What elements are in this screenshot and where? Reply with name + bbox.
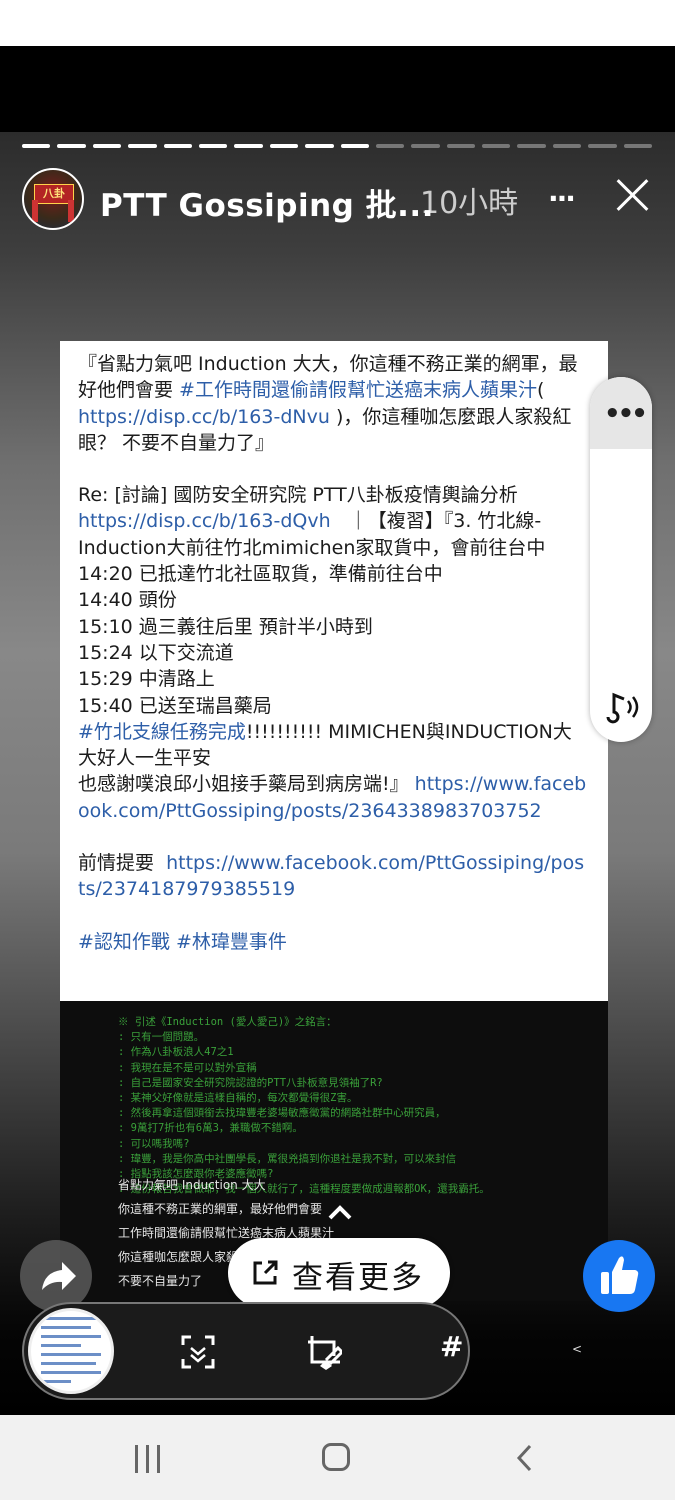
mission-hashtag[interactable]: #竹北支線任務完成 [78, 721, 246, 743]
progress-segment [22, 144, 51, 148]
nav-recent-icon[interactable] [133, 1445, 163, 1473]
sticker-edit-icon[interactable] [306, 1334, 342, 1370]
progress-segment [198, 144, 228, 148]
terminal-line: : 瑋豐，我是你高中社團學長，罵很兇搞到你退社是我不對，可以來封信 [118, 1152, 457, 1165]
chevron-up-icon[interactable] [326, 1204, 354, 1222]
text-scan-icon[interactable] [180, 1334, 216, 1370]
top-letterbox [0, 46, 675, 132]
timeline-lines: 14:20 已抵達竹北社區取貨，準備前往台中 14:40 頭份 15:10 過三義往… [78, 561, 590, 719]
more-options-icon[interactable]: ··· [548, 182, 576, 215]
progress-segment [92, 144, 122, 148]
terminal-plain-line: 省點力氣吧 Induction 大大 [118, 1178, 266, 1192]
re-paragraph: https://disp.cc/b/163-dQvh ｜【複習】『3. 竹北線-… [78, 508, 590, 561]
progress-segment [340, 144, 369, 148]
timeline-line: 15:24 以下交流道 [78, 641, 234, 664]
story-progress-bar [22, 144, 653, 148]
nav-back-icon[interactable] [512, 1443, 540, 1473]
close-icon[interactable] [614, 176, 650, 212]
timeline-line: 15:29 中清路上 [78, 668, 215, 691]
terminal-line: : 作為八卦板浪人47之1 [118, 1046, 234, 1059]
external-link-icon [253, 1260, 278, 1285]
hashtag-link[interactable]: #認知作戰 [78, 931, 170, 953]
sound-icon[interactable] [598, 687, 644, 727]
post-card: 『省點力氣吧 Induction 大大，你這種不務正業的網軍，最好他們會要 #工… [60, 341, 608, 1001]
story-toolbar: # [22, 1302, 470, 1400]
see-more-button[interactable]: 查看更多 [228, 1238, 450, 1308]
progress-segment [234, 144, 263, 148]
progress-segment [57, 144, 86, 148]
hash-icon[interactable]: # [440, 1330, 463, 1363]
terminal-line: : 然後再拿這個頭銜去找瑋豐老婆場敏應徵黨的網路社群中心研究員， [118, 1107, 446, 1120]
terminal-quote-lines: ※ 引述《Induction (愛人愛己)》之銘言： : 只有一個問題。 : 作為八… [118, 1015, 598, 1197]
hashtag-link[interactable]: #工作時間還偷請假幫忙送癌末病人蘋果汁 [179, 379, 537, 401]
thanks-text: 也感謝噗浪邱小姐接手藥局到病房端!』 [78, 773, 409, 796]
avatar-pillar-right [68, 200, 74, 222]
progress-segment [128, 144, 157, 148]
terminal-line: ※ 引述《Induction (愛人愛己)》之銘言： [118, 1016, 337, 1028]
more-dots-icon[interactable]: ••• [590, 377, 652, 449]
progress-segment [305, 144, 334, 148]
tiny-chevron: < [572, 1342, 583, 1356]
terminal-line: : 可以嗎我嗎? [118, 1137, 190, 1150]
mission-paragraph: #竹北支線任務完成!!!!!!!!!! MIMICHEN與INDUCTION大大… [78, 719, 590, 772]
avatar-pillar-left [32, 200, 38, 222]
like-icon[interactable] [583, 1240, 655, 1312]
post-time: 10小時 [420, 186, 519, 221]
re-title: Re: [討論] 國防安全研究院 PTT八卦板疫情輿論分析 [78, 484, 518, 507]
timeline-line: 14:40 頭份 [78, 589, 177, 612]
status-bar [0, 0, 675, 46]
re-link[interactable]: https://disp.cc/b/163-dQvh [78, 510, 331, 532]
terminal-line: : 只有一個問題。 [118, 1031, 205, 1044]
see-more-label: 查看更多 [292, 1260, 424, 1296]
progress-segment [411, 144, 440, 148]
side-panel: ••• [590, 377, 652, 742]
terminal-line: : 某神父好像就是這樣自稱的，每次都覺得很Z害。 [118, 1092, 358, 1105]
progress-segment [552, 144, 582, 148]
story-thumbnail[interactable] [28, 1308, 114, 1394]
thanks-paragraph: 也感謝噗浪邱小姐接手藥局到病房端!』 https://www.facebook.… [78, 771, 590, 824]
terminal-line: : 自己是國家安全研究院認證的PTT八卦板意見領袖了R? [118, 1076, 383, 1089]
progress-segment [269, 144, 299, 148]
hashtag-link[interactable]: #林瑋豐事件 [176, 931, 287, 953]
nav-home-icon[interactable] [322, 1443, 350, 1471]
progress-segment [446, 144, 476, 148]
progress-segment [482, 144, 511, 148]
android-nav-bar [0, 1415, 675, 1500]
timeline-line: 15:10 過三義往后里 預計半小時到 [78, 615, 373, 638]
disp-link[interactable]: https://disp.cc/b/163-dNvu [78, 406, 330, 428]
prev-label: 前情提要 [78, 852, 155, 875]
prev-link[interactable]: https://www.facebook.com/PttGossiping/po… [78, 852, 584, 900]
page-avatar[interactable]: 八卦 [22, 168, 84, 230]
terminal-line: : 我現在是不是可以對外宣稱 [118, 1061, 257, 1074]
terminal-line: : 9萬打7折也有6萬3，兼職做不錯啊。 [118, 1122, 303, 1135]
terminal-plain-line: 你這種不務正業的網軍，最好他們會要 [118, 1202, 323, 1216]
quote-paren: ( [536, 379, 545, 402]
prev-paragraph: 前情提要 https://www.facebook.com/PttGossipi… [78, 850, 590, 903]
progress-segment [375, 144, 405, 148]
quote-paragraph: 『省點力氣吧 Induction 大大，你這種不務正業的網軍，最好他們會要 #工… [78, 351, 590, 456]
thumbs-up-glyph [601, 1256, 639, 1294]
tags-paragraph: #認知作戰 #林瑋豐事件 [78, 929, 590, 955]
progress-segment [623, 144, 653, 148]
page-name[interactable]: PTT Gossiping 批... [100, 180, 434, 225]
story-viewer: 八卦 PTT Gossiping 批... 10小時 ··· 『省點力氣吧 In… [0, 132, 675, 1415]
progress-segment [163, 144, 192, 148]
timeline-line: 14:20 已抵達竹北社區取貨，準備前往台中 [78, 563, 443, 586]
timeline-line: 15:40 已送至瑞昌藥局 [78, 694, 272, 717]
progress-segment [588, 144, 617, 148]
progress-segment [517, 144, 546, 148]
